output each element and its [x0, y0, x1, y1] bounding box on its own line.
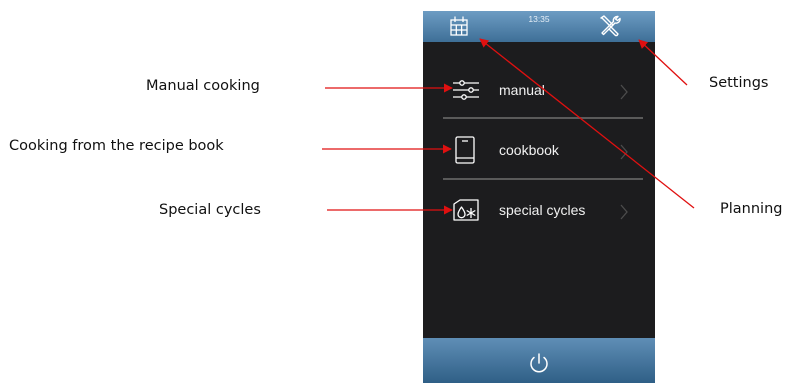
arrow-settings	[638, 39, 688, 86]
arrow-planning	[479, 38, 695, 209]
annotation-arrows	[322, 38, 695, 215]
